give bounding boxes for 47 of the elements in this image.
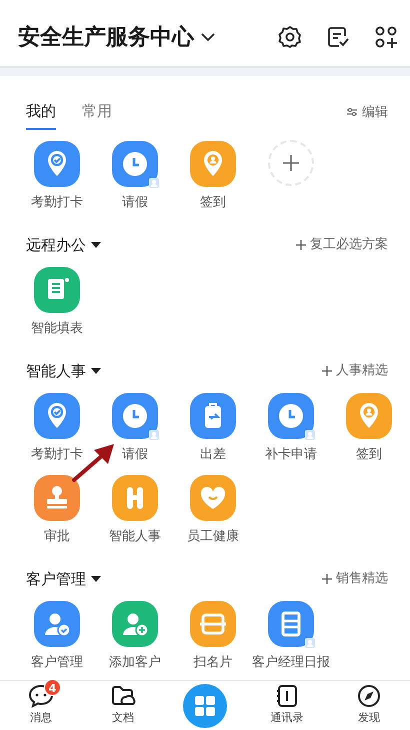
app-shortcut[interactable]: 请假 [96, 392, 174, 464]
section-heading[interactable]: 远程办公 [26, 234, 101, 256]
plus-icon [322, 574, 332, 584]
plus-icon [296, 240, 306, 250]
chat-bubble-icon [28, 684, 54, 708]
grid-icon [194, 694, 216, 716]
app-shortcut[interactable]: 补卡申请 [252, 392, 330, 464]
nav-tab[interactable]: 文档 [110, 684, 136, 727]
app-shortcut[interactable]: 签到 [174, 140, 252, 212]
app-shortcut[interactable]: 请假 [96, 140, 174, 212]
chevron-down-icon [200, 32, 216, 42]
app-shortcut[interactable]: 员工健康 [174, 474, 252, 546]
compass-icon [356, 684, 382, 708]
app-shortcut[interactable]: 考勤打卡 [18, 392, 96, 464]
org-switcher[interactable]: 安全生产服务中心 [18, 20, 216, 54]
checklist-icon[interactable] [326, 25, 350, 49]
app-grid-add-icon[interactable] [374, 25, 398, 49]
nav-tab[interactable]: 发现 [356, 684, 382, 727]
plus-icon [322, 366, 332, 376]
app-shortcut[interactable]: 扫名片 [174, 600, 252, 672]
tab[interactable]: 我的 [26, 100, 56, 130]
section-action[interactable]: 复工必选方案 [296, 235, 388, 255]
section-heading[interactable]: 智能人事 [26, 360, 101, 382]
nav-tab[interactable]: 通讯录 [270, 684, 304, 727]
app-shortcut[interactable]: 添加客户 [96, 600, 174, 672]
plus-icon [282, 154, 300, 172]
sliders-icon [346, 107, 358, 118]
section-action[interactable]: 人事精选 [322, 361, 388, 381]
dropdown-triangle-icon [91, 368, 101, 374]
app-shortcut[interactable]: 客户经理日报 [252, 600, 330, 672]
dropdown-triangle-icon [91, 576, 101, 582]
edit-button[interactable]: 编辑 [346, 102, 388, 130]
tab[interactable]: 常用 [82, 100, 112, 130]
workbench-button[interactable] [183, 684, 227, 728]
unread-badge: 4 [44, 679, 61, 696]
app-shortcut[interactable]: 出差 [174, 392, 252, 464]
section-heading[interactable]: 客户管理 [26, 568, 101, 590]
app-shortcut[interactable]: 签到 [330, 392, 408, 464]
app-shortcut[interactable]: 智能人事 [96, 474, 174, 546]
app-shortcut[interactable]: 客户管理 [18, 600, 96, 672]
app-shortcut[interactable]: 智能填表 [18, 266, 96, 338]
dropdown-triangle-icon [91, 242, 101, 248]
section-action[interactable]: 销售精选 [322, 569, 388, 589]
app-shortcut[interactable]: 审批 [18, 474, 96, 546]
contact-book-icon [274, 684, 300, 708]
settings-icon[interactable] [278, 25, 302, 49]
app-shortcut[interactable]: 考勤打卡 [18, 140, 96, 212]
